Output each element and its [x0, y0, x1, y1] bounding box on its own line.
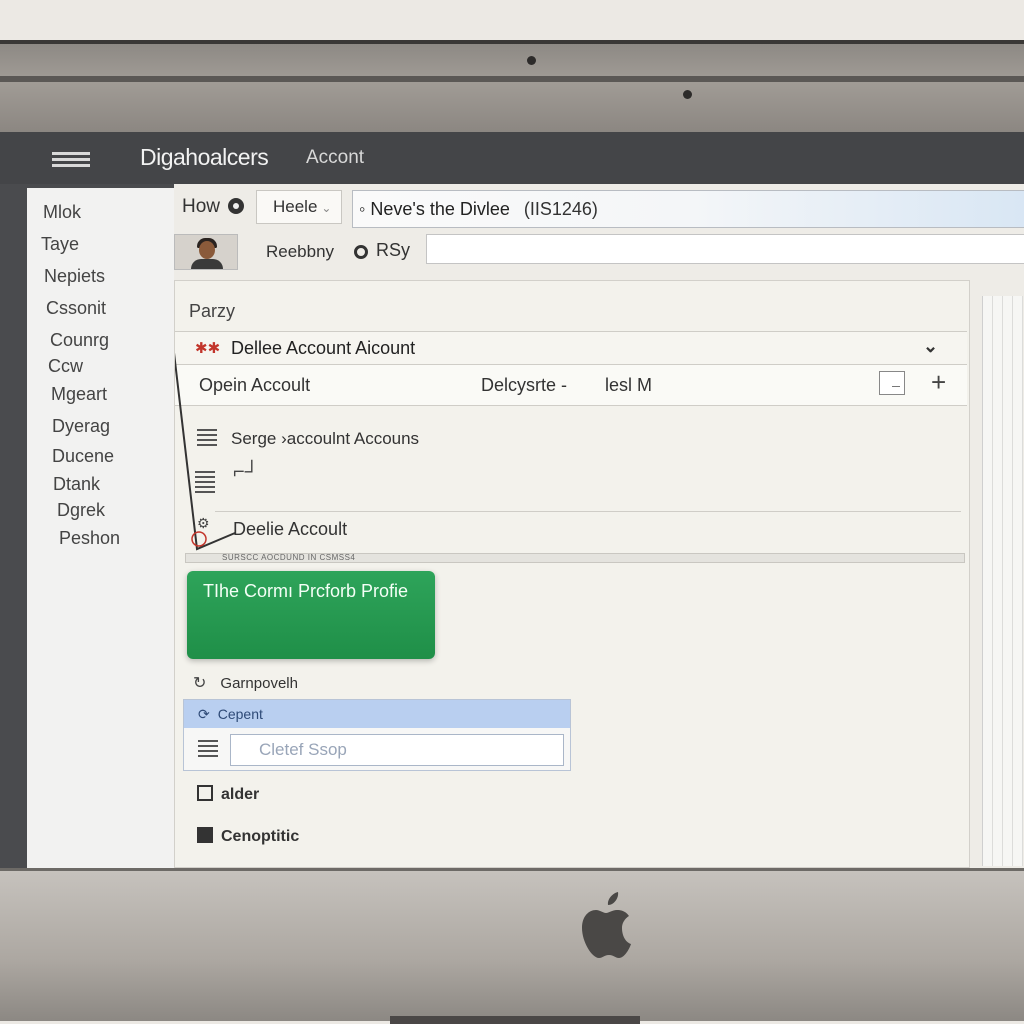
sidebar-item[interactable]: Dtank: [53, 474, 100, 495]
account-dropdown-row[interactable]: ✱✱ Dellee Account Aicount ⌄: [175, 331, 967, 365]
address-bar[interactable]: ◦ Neve's the Divlee (IIS1246): [352, 190, 1024, 228]
hamburger-menu-icon[interactable]: [52, 152, 90, 168]
sidebar-item[interactable]: Taye: [41, 234, 79, 255]
username: Reebbny: [266, 242, 335, 261]
how-button[interactable]: How: [182, 196, 245, 218]
document-icon[interactable]: [879, 371, 905, 395]
rsy-label: RSy: [376, 240, 411, 260]
how-label: How: [182, 196, 221, 217]
monitor-chin: [0, 868, 1024, 1021]
app-subtitle: Accont: [306, 147, 365, 168]
sidebar-item[interactable]: Cssonit: [46, 298, 106, 319]
sidebar-item[interactable]: Dgrek: [57, 500, 105, 521]
tab-row: How Heele ⌄ ◦ Neve's the Divlee (IIS1246): [174, 184, 1024, 228]
main-panel: How Heele ⌄ ◦ Neve's the Divlee (IIS1246) …: [174, 184, 1024, 868]
monitor-stand: [390, 1016, 640, 1024]
chevron-down-icon: ⌄: [321, 201, 332, 215]
open-account-row: Opein Accoult Delcysrte - lesl M +: [175, 365, 967, 406]
address-code: (IIS1246): [523, 199, 598, 219]
search-icon: [354, 245, 368, 259]
radio-icon: [228, 198, 245, 214]
divider: [215, 511, 961, 512]
sidebar-item[interactable]: Nepiets: [44, 266, 105, 287]
address-text: Neve's the Divlee: [370, 199, 510, 219]
tab-here[interactable]: Heele ⌄: [256, 190, 342, 224]
sidebar-item[interactable]: Ccw: [48, 356, 83, 377]
avatar[interactable]: [174, 234, 238, 270]
monitor-top-bezel: [0, 40, 1024, 136]
tab-here-label: Heele: [273, 197, 318, 216]
sidebar-item[interactable]: Ducene: [52, 446, 114, 467]
account-row-label: Dellee Account Aicount: [231, 338, 416, 358]
camera-icon: [527, 56, 536, 65]
folder-item[interactable]: alder: [197, 785, 259, 804]
sidebar: Mlok Taye Nepiets Cssonit Counrg Ccw Mge…: [27, 188, 175, 868]
gear-icon: ⚙: [197, 515, 210, 531]
folder-label: alder: [221, 786, 260, 803]
sidebar-item[interactable]: Mlok: [43, 202, 81, 223]
account-card: Parzy ✱✱ Dellee Account Aicount ⌄ Opein …: [174, 280, 970, 868]
folder-icon: [197, 785, 213, 801]
dropdown-header-label: Cepent: [217, 706, 263, 722]
component-label: Garnpovelh: [220, 675, 298, 692]
component2-label: Cenoptitic: [221, 828, 300, 845]
user-row: Reebbny RSy: [174, 232, 1024, 276]
dropdown-panel: ⟳ Cepent Cletef Ssop: [183, 699, 571, 771]
sidebar-item[interactable]: Mgeart: [51, 384, 107, 405]
section-header: SURSCC AOCDUND IN CSMSS4: [185, 553, 965, 563]
card-title: Parzy: [189, 301, 236, 321]
merge-label: Serge ›accoulnt Accouns: [231, 429, 420, 448]
apple-logo-icon: [582, 892, 631, 958]
bezel-edge: [0, 76, 1024, 82]
chevron-down-icon[interactable]: ⌄: [923, 336, 938, 357]
sensor-icon: [683, 90, 692, 99]
sidebar-item[interactable]: Dyerag: [52, 416, 110, 437]
rsy-button[interactable]: RSy: [354, 240, 410, 261]
delete-label: Deelie Accoult: [233, 519, 348, 539]
menu-bar: Digahoalcers Accont: [0, 132, 1024, 184]
refresh-icon: ↻: [193, 675, 207, 692]
screen: Digahoalcers Accont Mlok Taye Nepiets Cs…: [0, 132, 1024, 868]
dropdown-header[interactable]: ⟳ Cepent: [184, 700, 570, 728]
app-title: Digahoalcers: [140, 144, 269, 170]
delete-site-label: Delcysrte -: [481, 375, 568, 395]
search-input[interactable]: [426, 234, 1024, 264]
status-label: lesl M: [605, 375, 653, 395]
component-icon: [197, 827, 213, 843]
return-arrow-icon: ⌐┘: [233, 461, 259, 483]
open-account-label[interactable]: Opein Accoult: [199, 375, 310, 396]
sync-icon: ⟳: [198, 706, 210, 722]
radio-icon: ◦: [359, 199, 371, 219]
add-icon[interactable]: +: [931, 367, 946, 398]
sidebar-item[interactable]: Peshon: [59, 528, 120, 549]
sidebar-item[interactable]: Counrg: [50, 330, 109, 351]
scroll-panel[interactable]: [982, 296, 1023, 866]
component-item[interactable]: Cenoptitic: [197, 827, 299, 846]
account-icon: ✱✱: [195, 340, 221, 357]
component-row[interactable]: ↻ Garnpovelh: [193, 673, 298, 693]
printer-icon: [197, 429, 217, 447]
profile-button[interactable]: TIhe Cormı Prcforb Profie: [187, 571, 435, 659]
dropdown-field[interactable]: Cletef Ssop: [230, 734, 564, 766]
list-icon: [198, 740, 218, 760]
list-icon: [195, 471, 215, 495]
